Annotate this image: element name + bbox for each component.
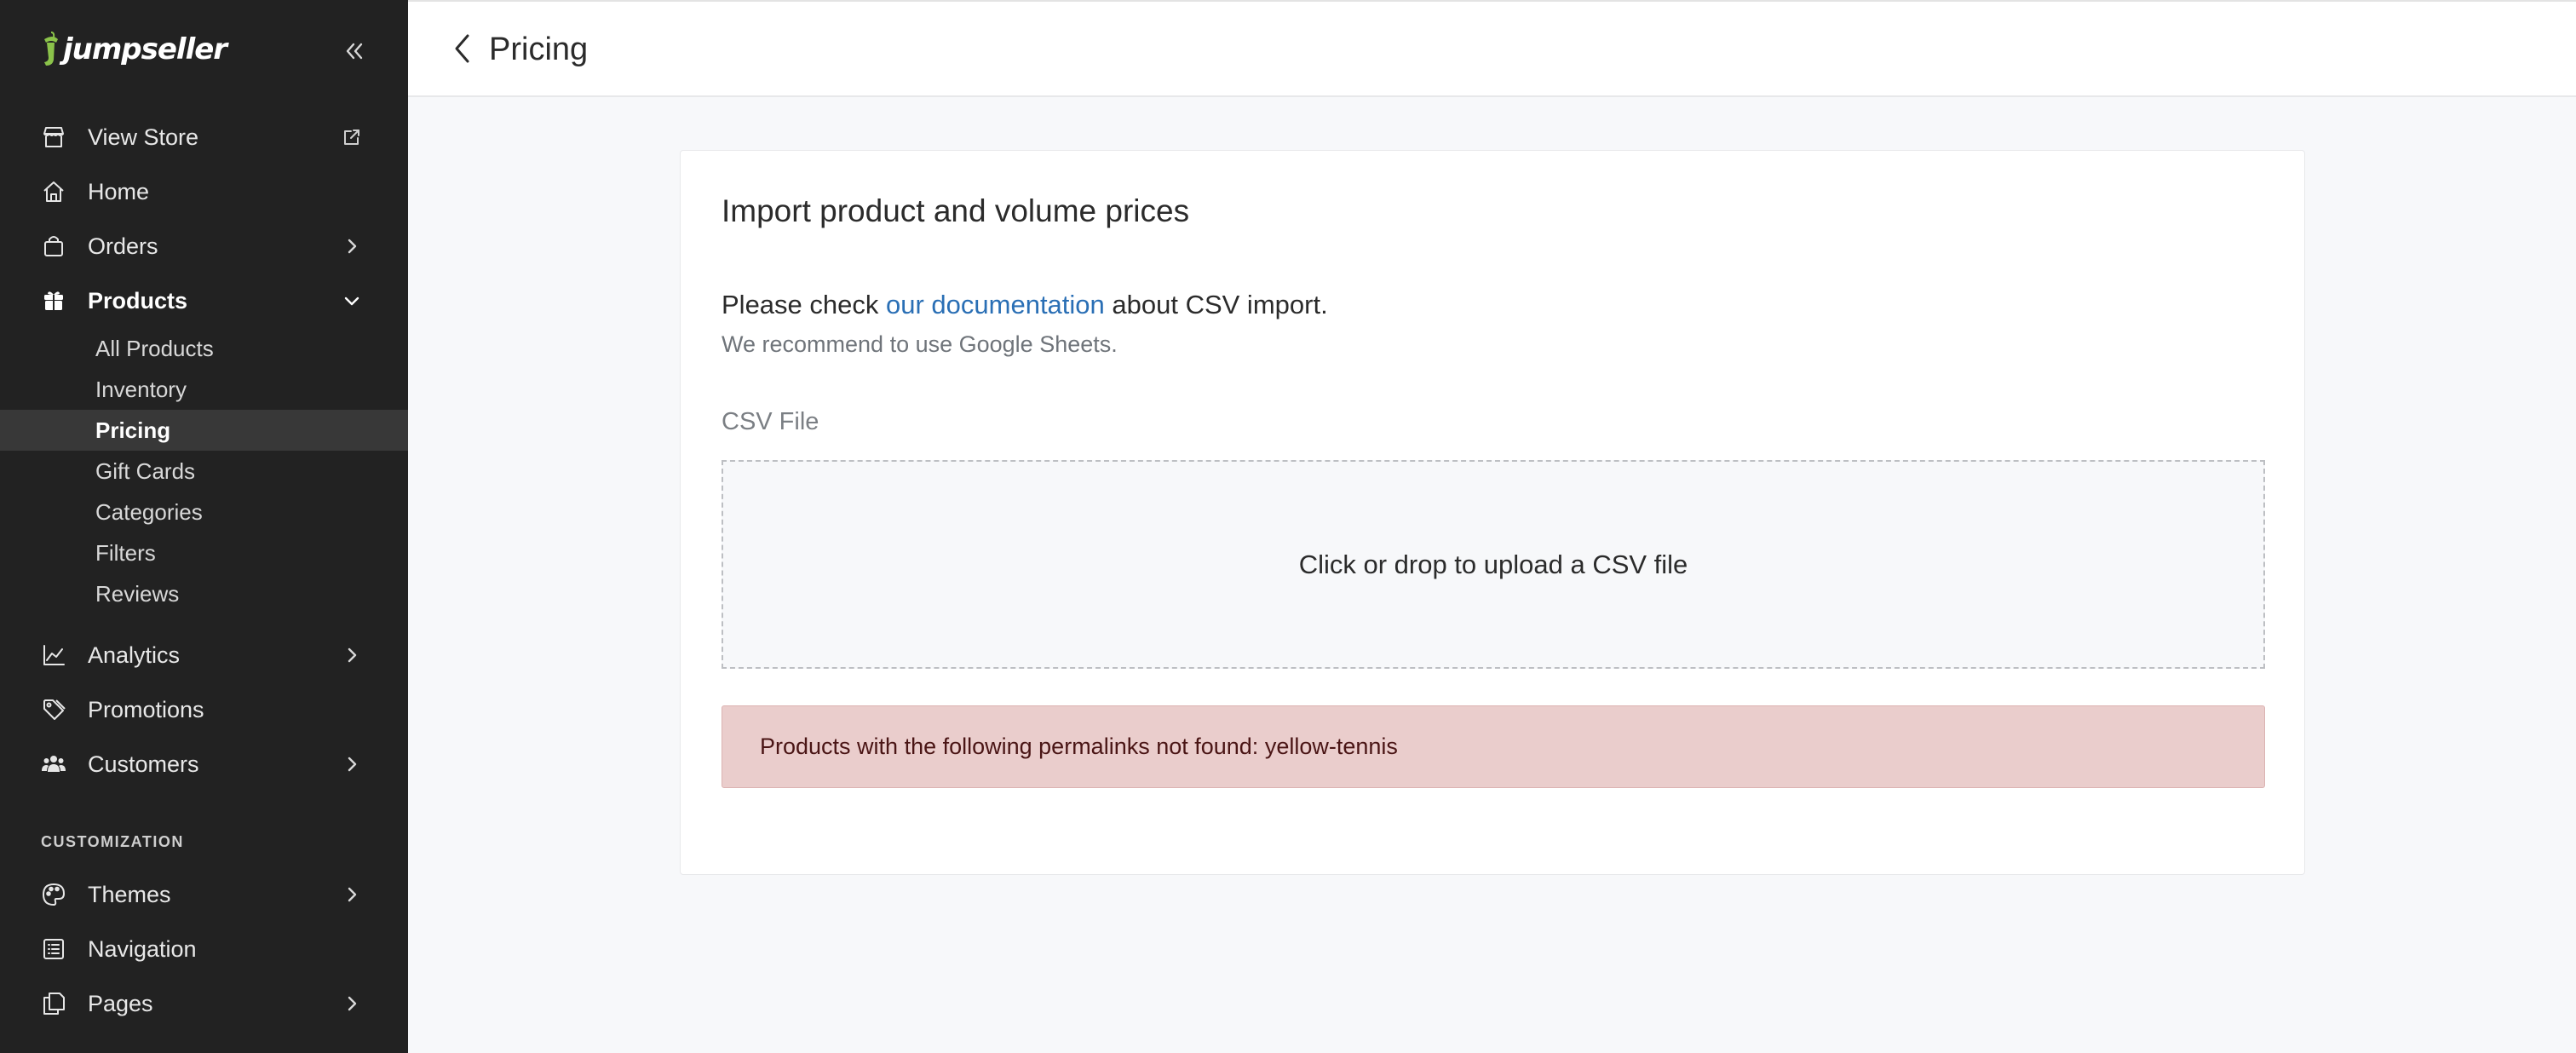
sidebar-item-customers[interactable]: Customers xyxy=(0,740,408,788)
users-icon xyxy=(39,750,68,779)
chevron-right-icon xyxy=(339,751,365,777)
sidebar-item-view-store[interactable]: View Store xyxy=(0,113,408,161)
sidebar-subitem-filters[interactable]: Filters xyxy=(0,532,408,573)
sidebar-item-label: Home xyxy=(88,178,150,204)
chevron-right-icon xyxy=(339,642,365,668)
shopping-bag-icon xyxy=(39,232,68,261)
palette-icon xyxy=(39,880,68,909)
line-chart-icon xyxy=(39,641,68,670)
sidebar-subitem-reviews[interactable]: Reviews xyxy=(0,573,408,614)
external-link-icon xyxy=(339,124,365,150)
sidebar: jumpseller View Store Home Orders Produc… xyxy=(0,0,408,1053)
double-chevron-left-icon xyxy=(346,43,363,60)
dropzone-text: Click or drop to upload a CSV file xyxy=(1298,549,1688,579)
documentation-note-suffix: about CSV import. xyxy=(1104,290,1328,319)
csv-upload-dropzone[interactable]: Click or drop to upload a CSV file xyxy=(722,460,2265,669)
chevron-right-icon xyxy=(339,991,365,1016)
tag-icon xyxy=(39,695,68,724)
sidebar-subitem-gift-cards[interactable]: Gift Cards xyxy=(0,451,408,492)
back-button[interactable] xyxy=(446,27,480,70)
sidebar-item-label: Promotions xyxy=(88,696,204,722)
sidebar-item-pages[interactable]: Pages xyxy=(0,980,408,1027)
sidebar-subitem-label: Inventory xyxy=(95,376,187,402)
sidebar-subitem-label: Gift Cards xyxy=(95,457,196,484)
list-icon xyxy=(39,935,68,964)
documentation-note: Please check our documentation about CSV… xyxy=(722,290,1328,320)
documentation-link[interactable]: our documentation xyxy=(886,290,1105,319)
sidebar-item-label: Navigation xyxy=(88,935,197,962)
sidebar-item-label: Analytics xyxy=(88,642,181,668)
logo-text: jumpseller xyxy=(63,32,227,66)
jumpseller-logo[interactable]: jumpseller xyxy=(39,26,227,73)
sidebar-item-orders[interactable]: Orders xyxy=(0,222,408,270)
import-prices-card: Import product and volume prices Please … xyxy=(680,150,2305,875)
page-title: Pricing xyxy=(489,32,589,67)
sidebar-subitem-categories[interactable]: Categories xyxy=(0,492,408,532)
error-alert: Products with the following permalinks n… xyxy=(722,705,2265,788)
sidebar-subitem-pricing[interactable]: Pricing xyxy=(0,410,408,451)
sidebar-subitem-label: Categories xyxy=(95,498,203,525)
sidebar-item-navigation[interactable]: Navigation xyxy=(0,925,408,973)
chevron-left-icon xyxy=(455,34,469,63)
google-sheets-hint: We recommend to use Google Sheets. xyxy=(722,331,1118,357)
home-icon xyxy=(39,177,68,206)
gift-box-icon xyxy=(39,286,68,315)
sidebar-item-label: Products xyxy=(88,287,188,314)
chevron-right-icon xyxy=(339,882,365,907)
collapse-sidebar-button[interactable] xyxy=(337,34,371,68)
sidebar-item-label: View Store xyxy=(88,124,199,150)
sidebar-subitem-all-products[interactable]: All Products xyxy=(0,328,408,369)
sidebar-subitem-label: Reviews xyxy=(95,580,180,607)
sidebar-item-home[interactable]: Home xyxy=(0,168,408,216)
sidebar-subitem-label: All Products xyxy=(95,335,214,361)
chevron-down-icon xyxy=(339,288,365,314)
error-message: Products with the following permalinks n… xyxy=(760,734,1398,759)
sidebar-item-label: Themes xyxy=(88,881,171,907)
store-icon xyxy=(39,123,68,152)
top-bar: Pricing xyxy=(408,0,2576,97)
card-title: Import product and volume prices xyxy=(722,193,1190,228)
sidebar-item-label: Customers xyxy=(88,751,199,777)
section-title-customization: CUSTOMIZATION xyxy=(41,833,184,850)
documentation-note-prefix: Please check xyxy=(722,290,886,319)
sidebar-item-themes[interactable]: Themes xyxy=(0,871,408,918)
sidebar-item-promotions[interactable]: Promotions xyxy=(0,686,408,734)
chevron-right-icon xyxy=(339,233,365,259)
sidebar-item-label: Pages xyxy=(88,990,153,1016)
sidebar-subitem-inventory[interactable]: Inventory xyxy=(0,369,408,410)
logo-mark-icon xyxy=(39,31,61,68)
csv-file-label: CSV File xyxy=(722,408,819,435)
sidebar-subitem-label: Filters xyxy=(95,539,156,566)
sidebar-subitem-label: Pricing xyxy=(95,417,171,443)
sidebar-item-analytics[interactable]: Analytics xyxy=(0,631,408,679)
sidebar-item-label: Orders xyxy=(88,233,158,259)
sidebar-item-products[interactable]: Products xyxy=(0,277,408,325)
pages-icon xyxy=(39,989,68,1018)
